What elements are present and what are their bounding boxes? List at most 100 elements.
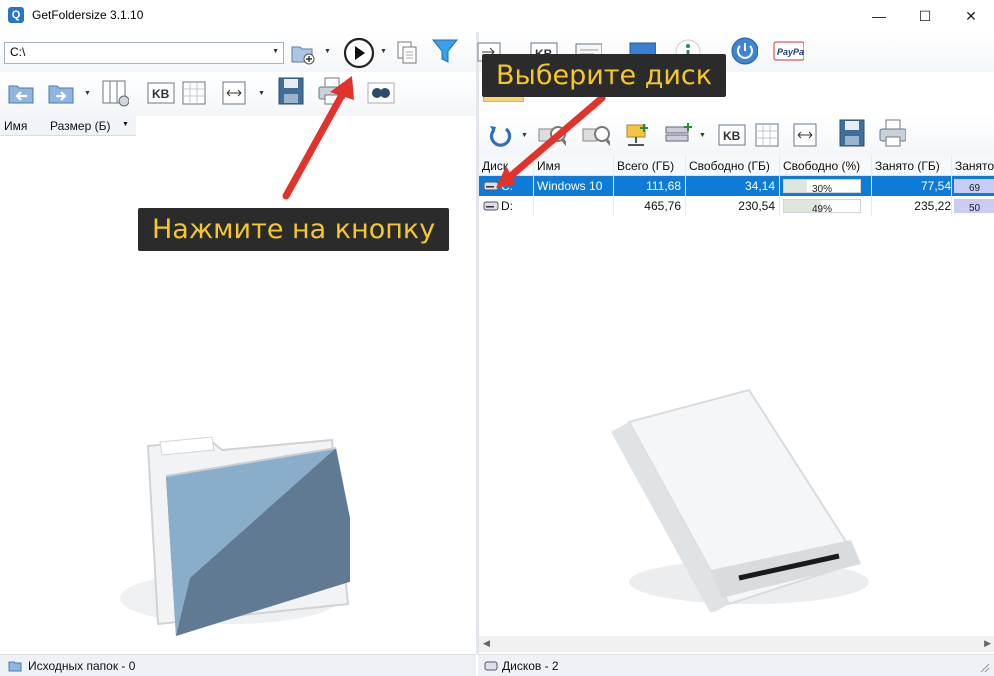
path-input[interactable] [10,45,260,59]
chevron-down-icon[interactable]: ▼ [258,90,265,97]
used-percent-bar: 69 [954,179,994,194]
drives-pane: KB PayPal Диски Файлы Журнал ▼ [477,32,994,654]
kb-button[interactable]: KB [146,78,176,108]
kb-icon: KB [147,82,175,104]
start-scan-button[interactable] [342,36,376,70]
maximize-button[interactable]: ☐ [902,0,948,32]
save-drives-button[interactable] [837,118,867,148]
refresh-icon [489,126,512,147]
column-disk[interactable]: Диск [482,159,508,173]
close-button[interactable]: ✕ [948,0,994,32]
right-toolbar-bottom: ▼ ▼ KB [479,114,994,156]
chevron-down-icon[interactable]: ▼ [84,90,91,97]
find-button[interactable] [366,78,396,108]
refresh-button[interactable] [485,120,515,150]
chevron-down-icon[interactable]: ▼ [699,132,706,139]
drive-add-icon [665,123,692,142]
chevron-down-icon[interactable]: ▼ [324,48,331,55]
cell-total: 465,76 [644,199,681,213]
drive-icon [483,181,499,191]
grid-view-button[interactable] [753,120,783,150]
folders-count: Исходных папок - 0 [28,659,136,673]
autosize-columns-button[interactable] [791,120,821,150]
folder-pane: ▼ ▼ ▼ ▼ KB [0,32,476,654]
add-folder-button[interactable] [288,38,318,68]
column-width-button[interactable] [220,78,250,108]
drives-count: Дисков - 2 [502,659,559,673]
back-button[interactable] [6,78,36,108]
cell-total: 111,68 [646,179,681,193]
column-name[interactable]: Имя [4,119,27,133]
columns-icon [102,80,129,107]
column-used[interactable]: Занято (ГБ) [875,159,940,173]
free-percent-value: 30% [811,184,832,195]
drive-icon [484,661,498,671]
used-percent-value: 69 [968,183,981,194]
kb-label: KB [723,129,741,143]
print-drives-button[interactable] [877,118,907,148]
scroll-right-icon[interactable]: ▶ [984,638,991,649]
add-drive-button[interactable] [663,120,693,150]
drive-icon [483,201,499,211]
zoom-in-button[interactable] [581,120,611,150]
network-drive-button[interactable] [623,120,653,150]
left-toolbar-top: ▼ ▼ ▼ [0,32,476,72]
donate-button[interactable]: PayPal [771,36,805,66]
print-icon [318,77,345,105]
callout-press-button: Нажмите на кнопку [138,208,450,251]
column-size[interactable]: Размер (Б) [50,119,110,133]
filter-button[interactable] [430,36,460,66]
list-icon [755,123,779,147]
exit-button[interactable] [729,36,759,66]
print-button[interactable] [316,76,346,106]
horizontal-scrollbar[interactable]: ◀ ▶ [479,636,994,652]
paypal-label: PayPal [777,47,804,57]
columns-settings-button[interactable] [100,78,130,108]
copy-button[interactable] [392,38,422,68]
scroll-left-icon[interactable]: ◀ [483,638,490,649]
folder-icon [8,661,22,672]
chevron-down-icon[interactable]: ▼ [521,132,528,139]
table-row[interactable]: C: Windows 10 111,68 34,14 30% 77,54 69 [479,176,994,196]
column-name[interactable]: Имя [537,159,560,173]
kb-units-button[interactable]: KB [717,120,747,150]
zoom-out-button[interactable] [537,120,567,150]
folder-illustration [120,436,350,636]
folder-column-header: Имя Размер (Б) ▼ [0,116,136,136]
resize-grip-icon[interactable] [980,663,990,673]
chevron-down-icon[interactable]: ▼ [272,48,279,55]
free-percent-value: 49% [811,204,832,215]
column-free-percent[interactable]: Свободно (%) [783,159,860,173]
paypal-icon: PayPal [773,41,804,61]
list-icon [182,81,206,105]
right-status-bar: Дисков - 2 [478,654,994,676]
cell-free: 230,54 [738,199,775,213]
width-icon [793,123,817,147]
cell-used: 235,22 [914,199,951,213]
play-icon [343,37,375,69]
kb-icon: KB [718,124,746,146]
drive-illustration [611,388,869,612]
save-icon [839,119,865,147]
print-icon [879,119,906,147]
filter-icon [431,39,459,63]
copy-icon [397,41,417,64]
column-total[interactable]: Всего (ГБ) [617,159,674,173]
save-icon [278,77,304,105]
column-free[interactable]: Свободно (ГБ) [689,159,770,173]
forward-button[interactable] [46,78,76,108]
chevron-down-icon[interactable]: ▼ [380,48,387,55]
used-percent-bar: 50 [954,199,994,214]
table-header: Диск Имя Всего (ГБ) Свободно (ГБ) Свобод… [479,156,994,176]
column-used-percent[interactable]: Занято [955,159,994,173]
cell-used: 77,54 [920,179,951,193]
list-view-button[interactable] [180,78,210,108]
save-button[interactable] [276,76,306,106]
zoom-icon [582,126,610,146]
folder-add-icon [291,46,315,65]
table-row[interactable]: D: 465,76 230,54 49% 235,22 50 [479,196,994,216]
minimize-button[interactable]: — [856,0,902,32]
used-percent-value: 50 [968,203,981,214]
chevron-down-icon[interactable]: ▼ [122,121,129,128]
path-combobox[interactable]: ▼ [4,42,284,64]
